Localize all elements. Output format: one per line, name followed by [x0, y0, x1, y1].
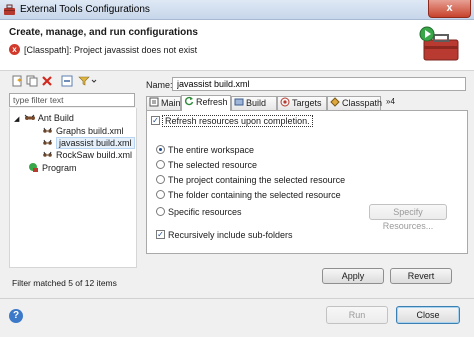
name-label: Name:: [146, 80, 173, 90]
radio-label: The selected resource: [168, 160, 258, 170]
ant-file-icon: [43, 127, 52, 133]
help-icon[interactable]: ?: [9, 309, 23, 323]
duplicate-button[interactable]: [26, 75, 38, 87]
config-tabs: Main Refresh Build Targets Classpath »4: [146, 95, 468, 111]
radio-label: Specific resources: [168, 207, 242, 217]
specify-resources-button[interactable]: Specify Resources...: [369, 204, 447, 231]
tab-overflow-button[interactable]: »4: [386, 97, 395, 106]
tree-item-rocksaw-build[interactable]: RockSaw build.xml: [42, 149, 132, 161]
radio-project-containing[interactable]: [156, 175, 165, 184]
tab-label: Main: [161, 98, 181, 108]
error-icon: x: [9, 44, 20, 55]
collapse-all-icon: [61, 75, 73, 87]
run-button[interactable]: Run: [326, 306, 388, 324]
collapse-all-button[interactable]: [61, 75, 73, 87]
apply-button[interactable]: Apply: [322, 268, 384, 284]
new-configuration-button[interactable]: ✦: [11, 75, 23, 87]
revert-button[interactable]: Revert: [390, 268, 452, 284]
filter-menu-button[interactable]: [78, 75, 98, 87]
radio-entire-workspace[interactable]: [156, 145, 165, 154]
tree-item-label: Program: [42, 163, 77, 173]
ant-build-icon: [24, 114, 35, 120]
tree-item-graphs-build[interactable]: Graphs build.xml: [42, 125, 124, 137]
dialog-header: Create, manage, and run configurations x…: [0, 20, 474, 71]
refresh-tab-panel: ✓ Refresh resources upon completion. The…: [146, 110, 468, 254]
ant-file-icon: [43, 139, 52, 145]
tree-item-ant-build[interactable]: ◢ Ant Build: [14, 112, 74, 124]
radio-folder-containing[interactable]: [156, 190, 165, 199]
toolbox-run-icon: [419, 26, 459, 61]
refresh-checkbox[interactable]: ✓: [151, 116, 160, 125]
filter-icon: [78, 76, 97, 86]
divider: [0, 298, 474, 299]
tab-targets[interactable]: Targets: [277, 96, 327, 110]
filter-status: Filter matched 5 of 12 items: [12, 278, 117, 288]
new-config-icon: ✦: [12, 75, 23, 87]
delete-icon: [42, 76, 52, 86]
window-title: External Tools Configurations: [20, 4, 150, 15]
close-icon: x: [446, 2, 453, 14]
ant-file-icon: [43, 151, 52, 157]
config-toolbar: ✦: [9, 75, 137, 89]
duplicate-icon: [26, 75, 38, 87]
radio-label: The entire workspace: [168, 145, 255, 155]
tree-item-program[interactable]: Program: [28, 162, 77, 174]
program-icon: [29, 163, 38, 172]
tree-item-label: Graphs build.xml: [56, 126, 124, 136]
refresh-tab-icon: [184, 96, 194, 106]
build-tab-icon: [234, 98, 244, 106]
radio-specific-resources[interactable]: [156, 207, 165, 216]
svg-text:✦: ✦: [16, 76, 23, 85]
tree-item-label: RockSaw build.xml: [56, 150, 133, 160]
classpath-tab-icon: [330, 97, 340, 107]
tab-refresh[interactable]: Refresh: [181, 95, 231, 111]
targets-tab-icon: [280, 97, 290, 107]
close-button[interactable]: Close: [396, 306, 460, 324]
refresh-checkbox-label: Refresh resources upon completion.: [162, 115, 313, 127]
tab-label: Classpath: [342, 98, 383, 108]
main-tab-icon: [149, 97, 159, 107]
name-input[interactable]: [172, 77, 466, 91]
title-bar: External Tools Configurations x: [0, 0, 474, 20]
radio-label: The folder containing the selected resou…: [168, 190, 341, 200]
configuration-tree: ◢ Ant Build Graphs build.xml javassist b…: [9, 108, 137, 268]
tab-label: Refresh: [196, 97, 228, 107]
external-tools-icon: [4, 4, 15, 15]
recursive-checkbox[interactable]: ✓: [156, 230, 165, 239]
expanded-arrow-icon: ◢: [14, 116, 20, 123]
recursive-checkbox-label: Recursively include sub-folders: [168, 230, 293, 240]
tree-item-label: javassist build.xml: [56, 137, 135, 149]
tree-item-javassist-build[interactable]: javassist build.xml: [42, 137, 135, 149]
tab-main[interactable]: Main: [146, 96, 181, 110]
radio-label: The project containing the selected reso…: [168, 175, 346, 185]
header-title: Create, manage, and run configurations: [9, 27, 198, 38]
radio-selected-resource[interactable]: [156, 160, 165, 169]
tab-classpath[interactable]: Classpath: [327, 96, 383, 110]
delete-button[interactable]: [41, 75, 53, 87]
tab-label: Build: [246, 98, 267, 108]
window-close-button[interactable]: x: [428, 0, 471, 18]
tab-label: Targets: [292, 98, 322, 108]
filter-input[interactable]: [9, 93, 135, 107]
error-message: [Classpath]: Project javassist does not …: [24, 45, 198, 55]
tab-build[interactable]: Build: [231, 96, 277, 110]
tree-item-label: Ant Build: [37, 113, 74, 123]
